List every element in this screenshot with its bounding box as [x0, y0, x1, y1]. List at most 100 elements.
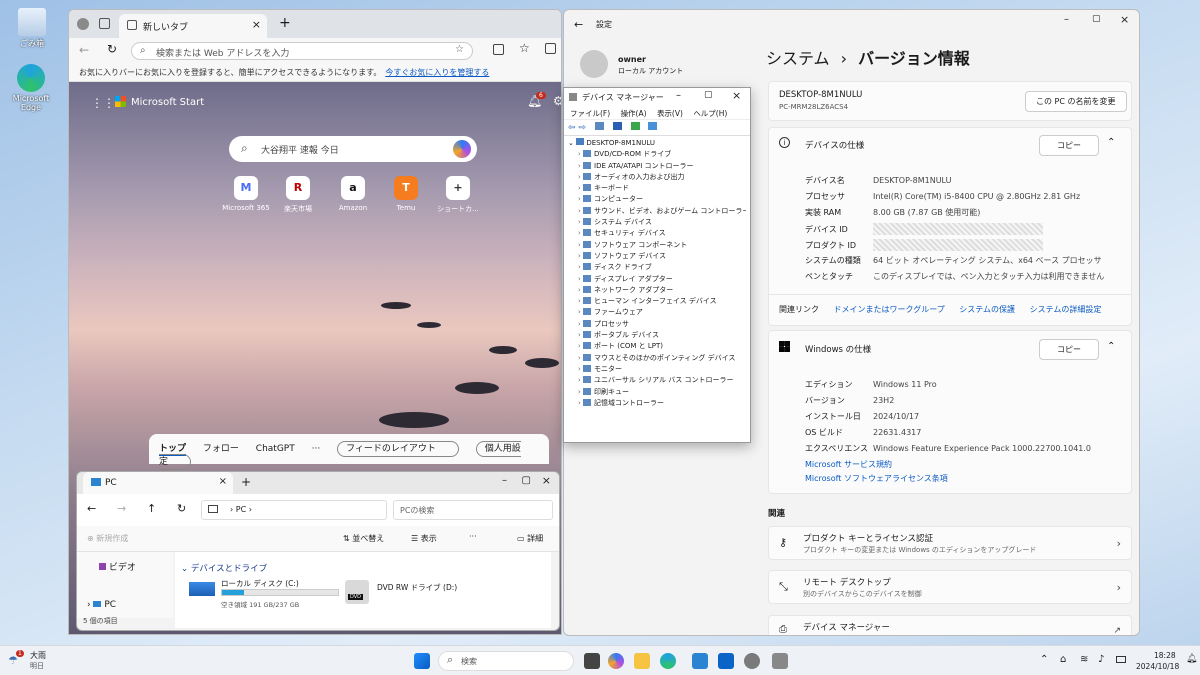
- maximize-icon[interactable]: ▢: [522, 475, 531, 486]
- remote-desktop-item[interactable]: ⤡ リモート デスクトップ 別のデバイスからこのデバイスを制御 ›: [768, 570, 1132, 604]
- tab-follow[interactable]: フォロー: [203, 444, 239, 454]
- minimize-icon[interactable]: –: [1064, 14, 1069, 25]
- device-category[interactable]: ネットワーク アダプター: [568, 285, 746, 296]
- store-icon[interactable]: [692, 653, 708, 669]
- ms-license-terms-link[interactable]: Microsoft ソフトウェアライセンス条項: [805, 473, 948, 484]
- details-button[interactable]: ▭ 詳細: [517, 533, 543, 544]
- device-manager-icon[interactable]: [772, 653, 788, 669]
- device-category[interactable]: 記憶域コントローラー: [568, 398, 746, 409]
- properties-icon[interactable]: [594, 122, 604, 130]
- manage-favorites-link[interactable]: 今すぐお気に入りを管理する: [385, 68, 489, 77]
- section-header[interactable]: ⌄ デバイスとドライブ: [181, 562, 267, 574]
- device-category[interactable]: ファームウェア: [568, 307, 746, 318]
- clock-date[interactable]: 2024/10/18: [1136, 662, 1179, 671]
- outlook-icon[interactable]: [718, 653, 734, 669]
- device-manager-item[interactable]: ⎙ デバイス マネージャー ↗: [768, 615, 1132, 635]
- recycle-bin-shortcut[interactable]: ごみ箱: [8, 8, 56, 49]
- close-tab-icon[interactable]: ×: [219, 476, 227, 487]
- view-button[interactable]: ☰ 表示: [411, 533, 437, 544]
- start-button-icon[interactable]: [414, 653, 430, 669]
- nav-item-video[interactable]: ビデオ: [99, 560, 136, 573]
- favorite-star-icon[interactable]: ☆: [455, 44, 464, 55]
- scan-icon[interactable]: [630, 122, 640, 130]
- refresh-icon[interactable]: ↻: [107, 42, 117, 56]
- tab-chatgpt[interactable]: ChatGPT: [256, 444, 295, 454]
- notification-bell-icon[interactable]: 🔔︎: [1186, 654, 1197, 664]
- minimize-icon[interactable]: –: [676, 90, 681, 101]
- tree-root[interactable]: ⌄ DESKTOP-8M1NULU: [568, 138, 746, 149]
- file-explorer-icon[interactable]: [634, 653, 650, 669]
- copilot-icon[interactable]: [453, 140, 471, 158]
- settings-gear-icon[interactable]: ⚙: [553, 94, 561, 108]
- shortcut-add[interactable]: + ショートカ...: [432, 176, 484, 214]
- minimize-icon[interactable]: –: [502, 475, 507, 486]
- profile-icon[interactable]: [77, 18, 89, 30]
- shortcut-rakuten[interactable]: R 楽天市場: [272, 176, 324, 214]
- device-category[interactable]: プロセッサ: [568, 319, 746, 330]
- device-category[interactable]: ディスク ドライブ: [568, 262, 746, 273]
- close-window-icon[interactable]: ×: [1120, 13, 1129, 26]
- battery-icon[interactable]: [1116, 656, 1126, 663]
- volume-icon[interactable]: ♪: [1098, 654, 1104, 665]
- network-icon[interactable]: ⌂: [1060, 654, 1066, 665]
- maximize-icon[interactable]: ▢: [704, 90, 713, 100]
- back-icon[interactable]: ←: [574, 18, 583, 31]
- shortcut-microsoft-365[interactable]: M Microsoft 365: [220, 176, 272, 212]
- settings-gear-icon[interactable]: [744, 653, 760, 669]
- device-category[interactable]: システム デバイス: [568, 217, 746, 228]
- device-category[interactable]: コンピューター: [568, 194, 746, 205]
- close-tab-icon[interactable]: ×: [252, 18, 261, 31]
- back-icon[interactable]: ⇦: [568, 123, 576, 133]
- device-category[interactable]: セキュリティ デバイス: [568, 228, 746, 239]
- close-window-icon[interactable]: ×: [542, 474, 551, 487]
- shortcut-amazon[interactable]: a Amazon: [327, 176, 379, 212]
- device-category[interactable]: ユニバーサル シリアル バス コントローラー: [568, 375, 746, 386]
- system-protection-link[interactable]: システムの保護: [959, 305, 1015, 314]
- device-spec-title[interactable]: デバイスの仕様: [805, 139, 864, 151]
- refresh-icon[interactable]: ↻: [177, 502, 186, 515]
- rename-pc-button[interactable]: この PC の名前を変更: [1025, 91, 1127, 112]
- device-category[interactable]: ヒューマン インターフェイス デバイス: [568, 296, 746, 307]
- more-button[interactable]: ···: [469, 532, 477, 541]
- web-search-input[interactable]: ⌕ 大谷翔平 速報 今日: [229, 136, 477, 162]
- advanced-system-settings-link[interactable]: システムの詳細設定: [1030, 305, 1102, 314]
- shortcut-temu[interactable]: T Temu: [380, 176, 432, 212]
- edge-desktop-shortcut[interactable]: Microsoft Edge: [2, 64, 60, 112]
- copy-device-spec-button[interactable]: コピー: [1039, 135, 1099, 156]
- explorer-search-input[interactable]: PCの検索: [393, 500, 553, 520]
- device-category[interactable]: マウスとそのほかのポインティング デバイス: [568, 353, 746, 364]
- device-category[interactable]: ソフトウェア デバイス: [568, 251, 746, 262]
- menu-view[interactable]: 表示(V): [657, 109, 683, 118]
- split-screen-icon[interactable]: [493, 44, 504, 55]
- brand-name[interactable]: Microsoft Start: [131, 97, 204, 108]
- chevron-up-icon[interactable]: ⌃: [1107, 137, 1115, 148]
- back-icon[interactable]: ←: [87, 502, 96, 515]
- menu-help[interactable]: ヘルプ(H): [693, 109, 727, 118]
- new-button[interactable]: ⊕ 新規作成: [87, 534, 128, 543]
- feed-more[interactable]: ···: [312, 444, 321, 454]
- help-icon[interactable]: [612, 122, 622, 130]
- device-category[interactable]: ポート (COM と LPT): [568, 341, 746, 352]
- device-category[interactable]: キーボード: [568, 183, 746, 194]
- menu-action[interactable]: 操作(A): [621, 109, 647, 118]
- chevron-up-icon[interactable]: ⌃: [1040, 654, 1048, 665]
- copy-windows-spec-button[interactable]: コピー: [1039, 339, 1099, 360]
- copilot-icon[interactable]: [608, 653, 624, 669]
- nav-item-pc[interactable]: › PC: [87, 600, 116, 610]
- product-key-item[interactable]: ⚷ プロダクト キーとライセンス認証 プロダクト キーの変更または Window…: [768, 526, 1132, 560]
- chevron-up-icon[interactable]: ⌃: [1107, 341, 1115, 352]
- favorites-icon[interactable]: ☆: [519, 41, 530, 55]
- new-tab-icon[interactable]: +: [279, 15, 291, 31]
- up-icon[interactable]: ↑: [147, 502, 156, 515]
- maximize-icon[interactable]: ▢: [1092, 14, 1101, 24]
- address-breadcrumb[interactable]: › PC ›: [201, 500, 387, 520]
- back-icon[interactable]: ←: [79, 43, 89, 57]
- device-category[interactable]: オーディオの入力および出力: [568, 172, 746, 183]
- tab-pc[interactable]: PC ×: [83, 472, 233, 494]
- app-launcher-icon[interactable]: ⋮⋮: [91, 96, 115, 110]
- close-window-icon[interactable]: ×: [732, 89, 741, 102]
- drive-c[interactable]: ローカル ディスク (C:) 空き領域 191 GB/237 GB: [189, 578, 349, 612]
- sort-button[interactable]: ⇅ 並べ替え: [343, 533, 384, 544]
- task-view-icon[interactable]: [584, 653, 600, 669]
- tab-new-tab[interactable]: 新しいタブ ×: [119, 14, 267, 38]
